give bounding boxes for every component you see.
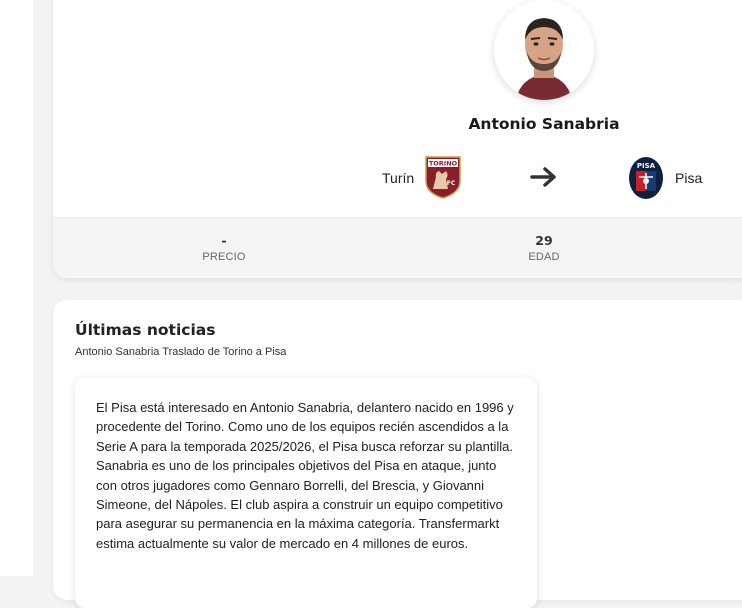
to-club-name: Pisa	[675, 170, 703, 186]
stat-age-label: EDAD	[528, 251, 560, 263]
news-item-card[interactable]: El Pisa está interesado en Antonio Sanab…	[75, 378, 537, 608]
news-subtitle: Antonio Sanabria Traslado de Torino a Pi…	[75, 346, 287, 358]
player-name: Antonio Sanabria	[468, 115, 620, 133]
stat-age-value: 29	[535, 233, 553, 248]
player-avatar	[494, 0, 594, 100]
stat-price-label: PRECIO	[202, 251, 246, 263]
pisa-crest-icon: PISA	[629, 157, 663, 199]
arrow-right-icon	[530, 167, 556, 187]
from-club-name: Turín	[382, 170, 415, 186]
svg-text:FC: FC	[447, 180, 456, 187]
left-page-strip	[0, 0, 33, 576]
transfer-card: Antonio Sanabria Turín TORINO FC PISA Pi…	[53, 0, 742, 278]
stats-bar: - PRECIO 29 EDAD	[53, 217, 742, 278]
player-portrait-icon	[494, 0, 594, 100]
stat-price-value: -	[221, 233, 227, 248]
torino-crest-icon: TORINO FC	[425, 156, 461, 199]
svg-text:TORINO: TORINO	[429, 160, 458, 168]
stat-price: - PRECIO	[144, 233, 304, 263]
news-card: Últimas noticias Antonio Sanabria Trasla…	[53, 300, 742, 608]
news-section-title: Últimas noticias	[75, 321, 216, 339]
svg-text:PISA: PISA	[637, 162, 656, 170]
stat-age: 29 EDAD	[464, 233, 624, 263]
news-body-text: El Pisa está interesado en Antonio Sanab…	[96, 400, 514, 551]
